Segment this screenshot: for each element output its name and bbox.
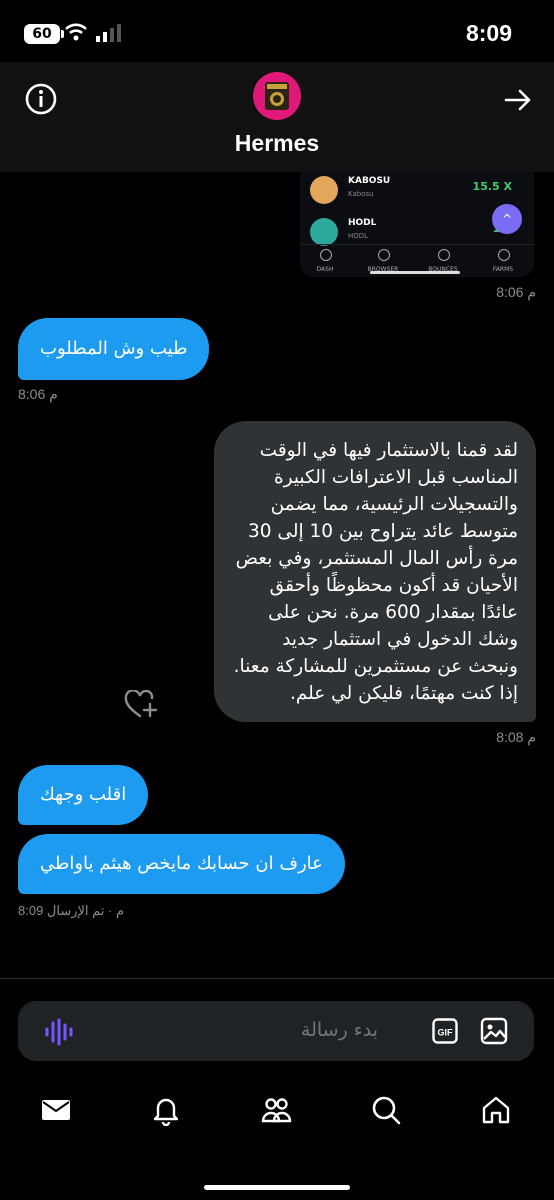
mail-icon[interactable]	[40, 1094, 72, 1126]
people-icon[interactable]	[260, 1094, 292, 1126]
signal-icon	[96, 24, 121, 42]
incoming-message[interactable]: اقلب وجهك	[18, 765, 149, 825]
hermes-logo-icon	[265, 82, 289, 110]
image-icon[interactable]	[480, 1017, 508, 1045]
incoming-message[interactable]: طيب وش المطلوب	[18, 318, 210, 380]
chevron-up-icon: ^	[492, 204, 522, 234]
battery-icon: 60	[24, 24, 64, 44]
heart-plus-icon[interactable]	[124, 690, 158, 720]
avatar[interactable]	[253, 72, 301, 120]
status-bar: 60 8:09	[0, 0, 554, 62]
screenshot-nav: DASH BROWSER BOUNCES FARMS	[300, 244, 534, 277]
coin-sub: HODL	[348, 232, 369, 240]
screenshot-home-indicator	[370, 271, 460, 274]
message-input-box[interactable]: بدء رسالة GIF	[18, 1001, 534, 1061]
shiba-coin-icon	[310, 176, 338, 204]
image-message[interactable]: KABOSU Kabosu 15.5 X HODL HODL 11. ^ DAS…	[300, 172, 534, 277]
arrow-right-icon[interactable]	[502, 84, 534, 116]
incoming-message[interactable]: عارف ان حسابك مايخص هيثم ياواطي	[18, 834, 345, 894]
conversation-header: Hermes	[0, 62, 554, 172]
coin-value: 15.5 X	[472, 180, 512, 193]
hodl-coin-icon	[310, 218, 338, 246]
screenshot-nav-label: DASH	[316, 266, 334, 273]
bell-icon[interactable]	[150, 1094, 182, 1126]
message-timestamp: 8:06 م	[18, 386, 58, 402]
wifi-icon	[65, 23, 87, 41]
outgoing-message[interactable]: لقد قمنا بالاستثمار فيها في الوقت المناس…	[214, 421, 536, 722]
search-icon[interactable]	[370, 1094, 402, 1126]
home-indicator	[204, 1185, 350, 1190]
coin-sub: Kabosu	[348, 190, 374, 198]
composer: بدء رسالة GIF	[0, 978, 554, 1069]
bottom-nav	[0, 1068, 554, 1200]
message-timestamp: 8:08 م	[496, 729, 536, 745]
coin-name: KABOSU	[348, 176, 391, 186]
coin-name: HODL	[348, 218, 377, 228]
list-item: KABOSU Kabosu 15.5 X	[310, 172, 524, 212]
message-timestamp: 8:06 م	[496, 284, 536, 300]
voice-wave-icon[interactable]	[44, 1017, 74, 1047]
screenshot-nav-label: FARMS	[492, 266, 514, 273]
info-icon[interactable]	[24, 82, 58, 116]
home-icon[interactable]	[480, 1094, 512, 1126]
contact-name[interactable]: Hermes	[0, 130, 554, 157]
message-timestamp: 8:09 م · تم الإرسال	[18, 903, 125, 918]
gif-icon[interactable]: GIF	[432, 1018, 458, 1044]
message-input-placeholder[interactable]: بدء رسالة	[301, 1019, 378, 1041]
gif-label: GIF	[438, 1028, 454, 1038]
status-time: 8:09	[465, 20, 512, 46]
